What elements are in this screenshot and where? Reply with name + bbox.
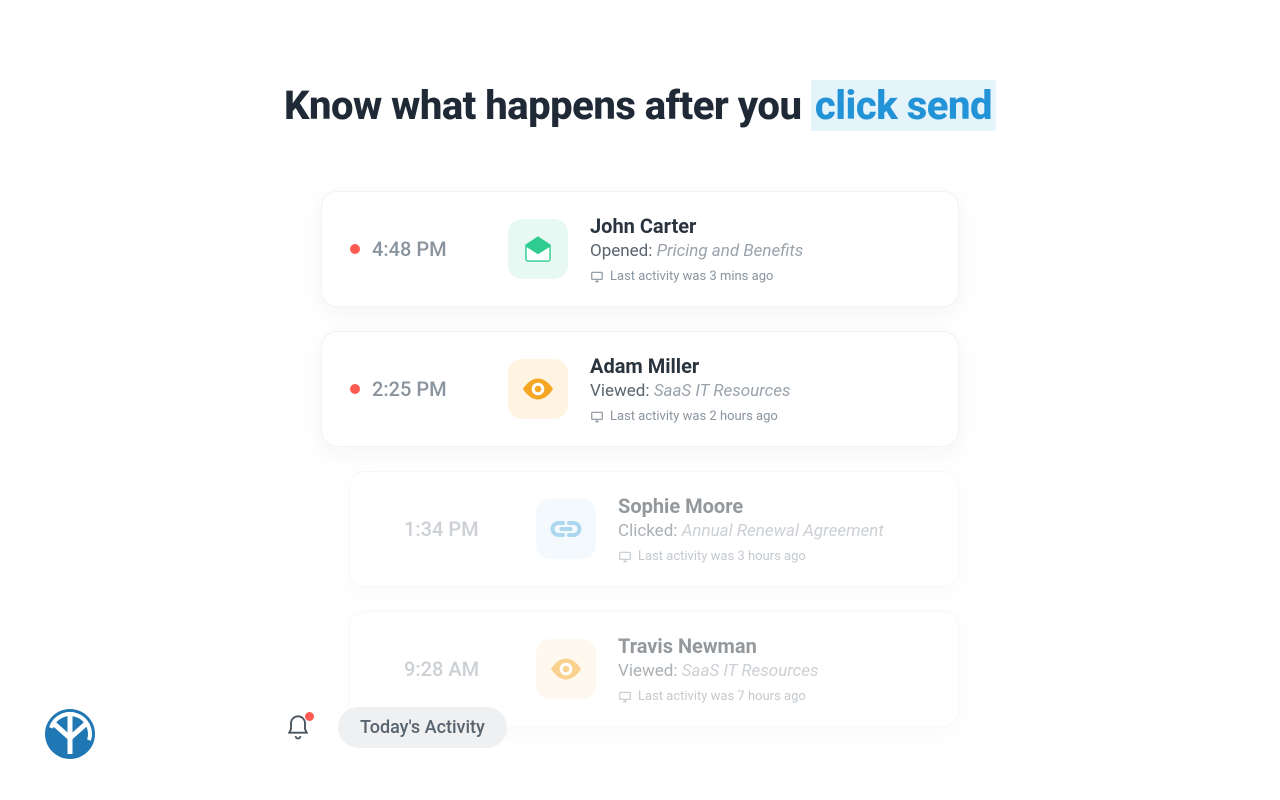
activity-time: 2:25 PM (372, 377, 447, 401)
action-subject: Annual Renewal Agreement (682, 521, 884, 541)
activity-content: Sophie Moore Clicked: Annual Renewal Agre… (618, 494, 930, 564)
action-subject: SaaS IT Resources (654, 381, 791, 401)
action-line: Opened: Pricing and Benefits (590, 241, 930, 261)
brand-logo (44, 708, 96, 760)
contact-name: Travis Newman (618, 634, 930, 658)
action-line: Clicked: Annual Renewal Agreement (618, 521, 930, 541)
activity-card[interactable]: 4:48 PM John Carter Opened: Pricing and B… (321, 191, 959, 307)
action-line: Viewed: SaaS IT Resources (590, 381, 930, 401)
activity-card[interactable]: 1:34 PM Sophie Moore Clicked: Annual Rene… (349, 471, 959, 587)
contact-name: Sophie Moore (618, 494, 930, 518)
action-label: Viewed: (590, 381, 649, 401)
activity-time: 4:48 PM (372, 237, 447, 261)
action-line: Viewed: SaaS IT Resources (618, 661, 930, 681)
activity-feed: 4:48 PM John Carter Opened: Pricing and B… (321, 191, 959, 727)
eye-icon (536, 639, 596, 699)
activity-content: Adam Miller Viewed: SaaS IT Resources Las… (590, 354, 930, 424)
monitor-icon (618, 550, 632, 564)
activity-time: 1:34 PM (404, 517, 479, 541)
last-activity: Last activity was 7 hours ago (618, 689, 930, 704)
today-activity-pill[interactable]: Today's Activity (338, 707, 507, 748)
link-icon (536, 499, 596, 559)
eye-icon (508, 359, 568, 419)
time-column: 1:34 PM (378, 517, 536, 541)
contact-name: John Carter (590, 214, 930, 238)
unread-dot (350, 244, 360, 254)
action-label: Clicked: (618, 521, 677, 541)
last-activity: Last activity was 3 hours ago (618, 549, 930, 564)
activity-time: 9:28 AM (404, 657, 479, 681)
contact-name: Adam Miller (590, 354, 930, 378)
headline-prefix: Know what happens after you (284, 82, 811, 129)
last-activity: Last activity was 2 hours ago (590, 409, 930, 424)
action-label: Viewed: (618, 661, 677, 681)
last-activity-text: Last activity was 2 hours ago (610, 409, 778, 424)
activity-content: Travis Newman Viewed: SaaS IT Resources L… (618, 634, 930, 704)
envelope-open-icon (508, 219, 568, 279)
today-activity-label: Today's Activity (360, 717, 485, 738)
last-activity-text: Last activity was 3 mins ago (610, 269, 773, 284)
time-column: 4:48 PM (350, 237, 508, 261)
footer-row: Today's Activity (284, 707, 507, 748)
bell-badge (305, 712, 314, 721)
action-subject: SaaS IT Resources (682, 661, 819, 681)
monitor-icon (618, 690, 632, 704)
monitor-icon (590, 270, 604, 284)
last-activity-text: Last activity was 7 hours ago (638, 689, 806, 704)
notifications-bell[interactable] (284, 714, 312, 742)
time-column: 2:25 PM (350, 377, 508, 401)
monitor-icon (590, 410, 604, 424)
unread-dot (350, 384, 360, 394)
activity-card[interactable]: 2:25 PM Adam Miller Viewed: SaaS IT Resou… (321, 331, 959, 447)
headline-highlight: click send (811, 80, 996, 131)
last-activity-text: Last activity was 3 hours ago (638, 549, 806, 564)
time-column: 9:28 AM (378, 657, 536, 681)
action-subject: Pricing and Benefits (657, 241, 804, 261)
last-activity: Last activity was 3 mins ago (590, 269, 930, 284)
page-headline: Know what happens after you click send (284, 82, 996, 129)
action-label: Opened: (590, 241, 652, 261)
activity-content: John CarterOpened: Pricing and Benefits … (590, 214, 930, 284)
